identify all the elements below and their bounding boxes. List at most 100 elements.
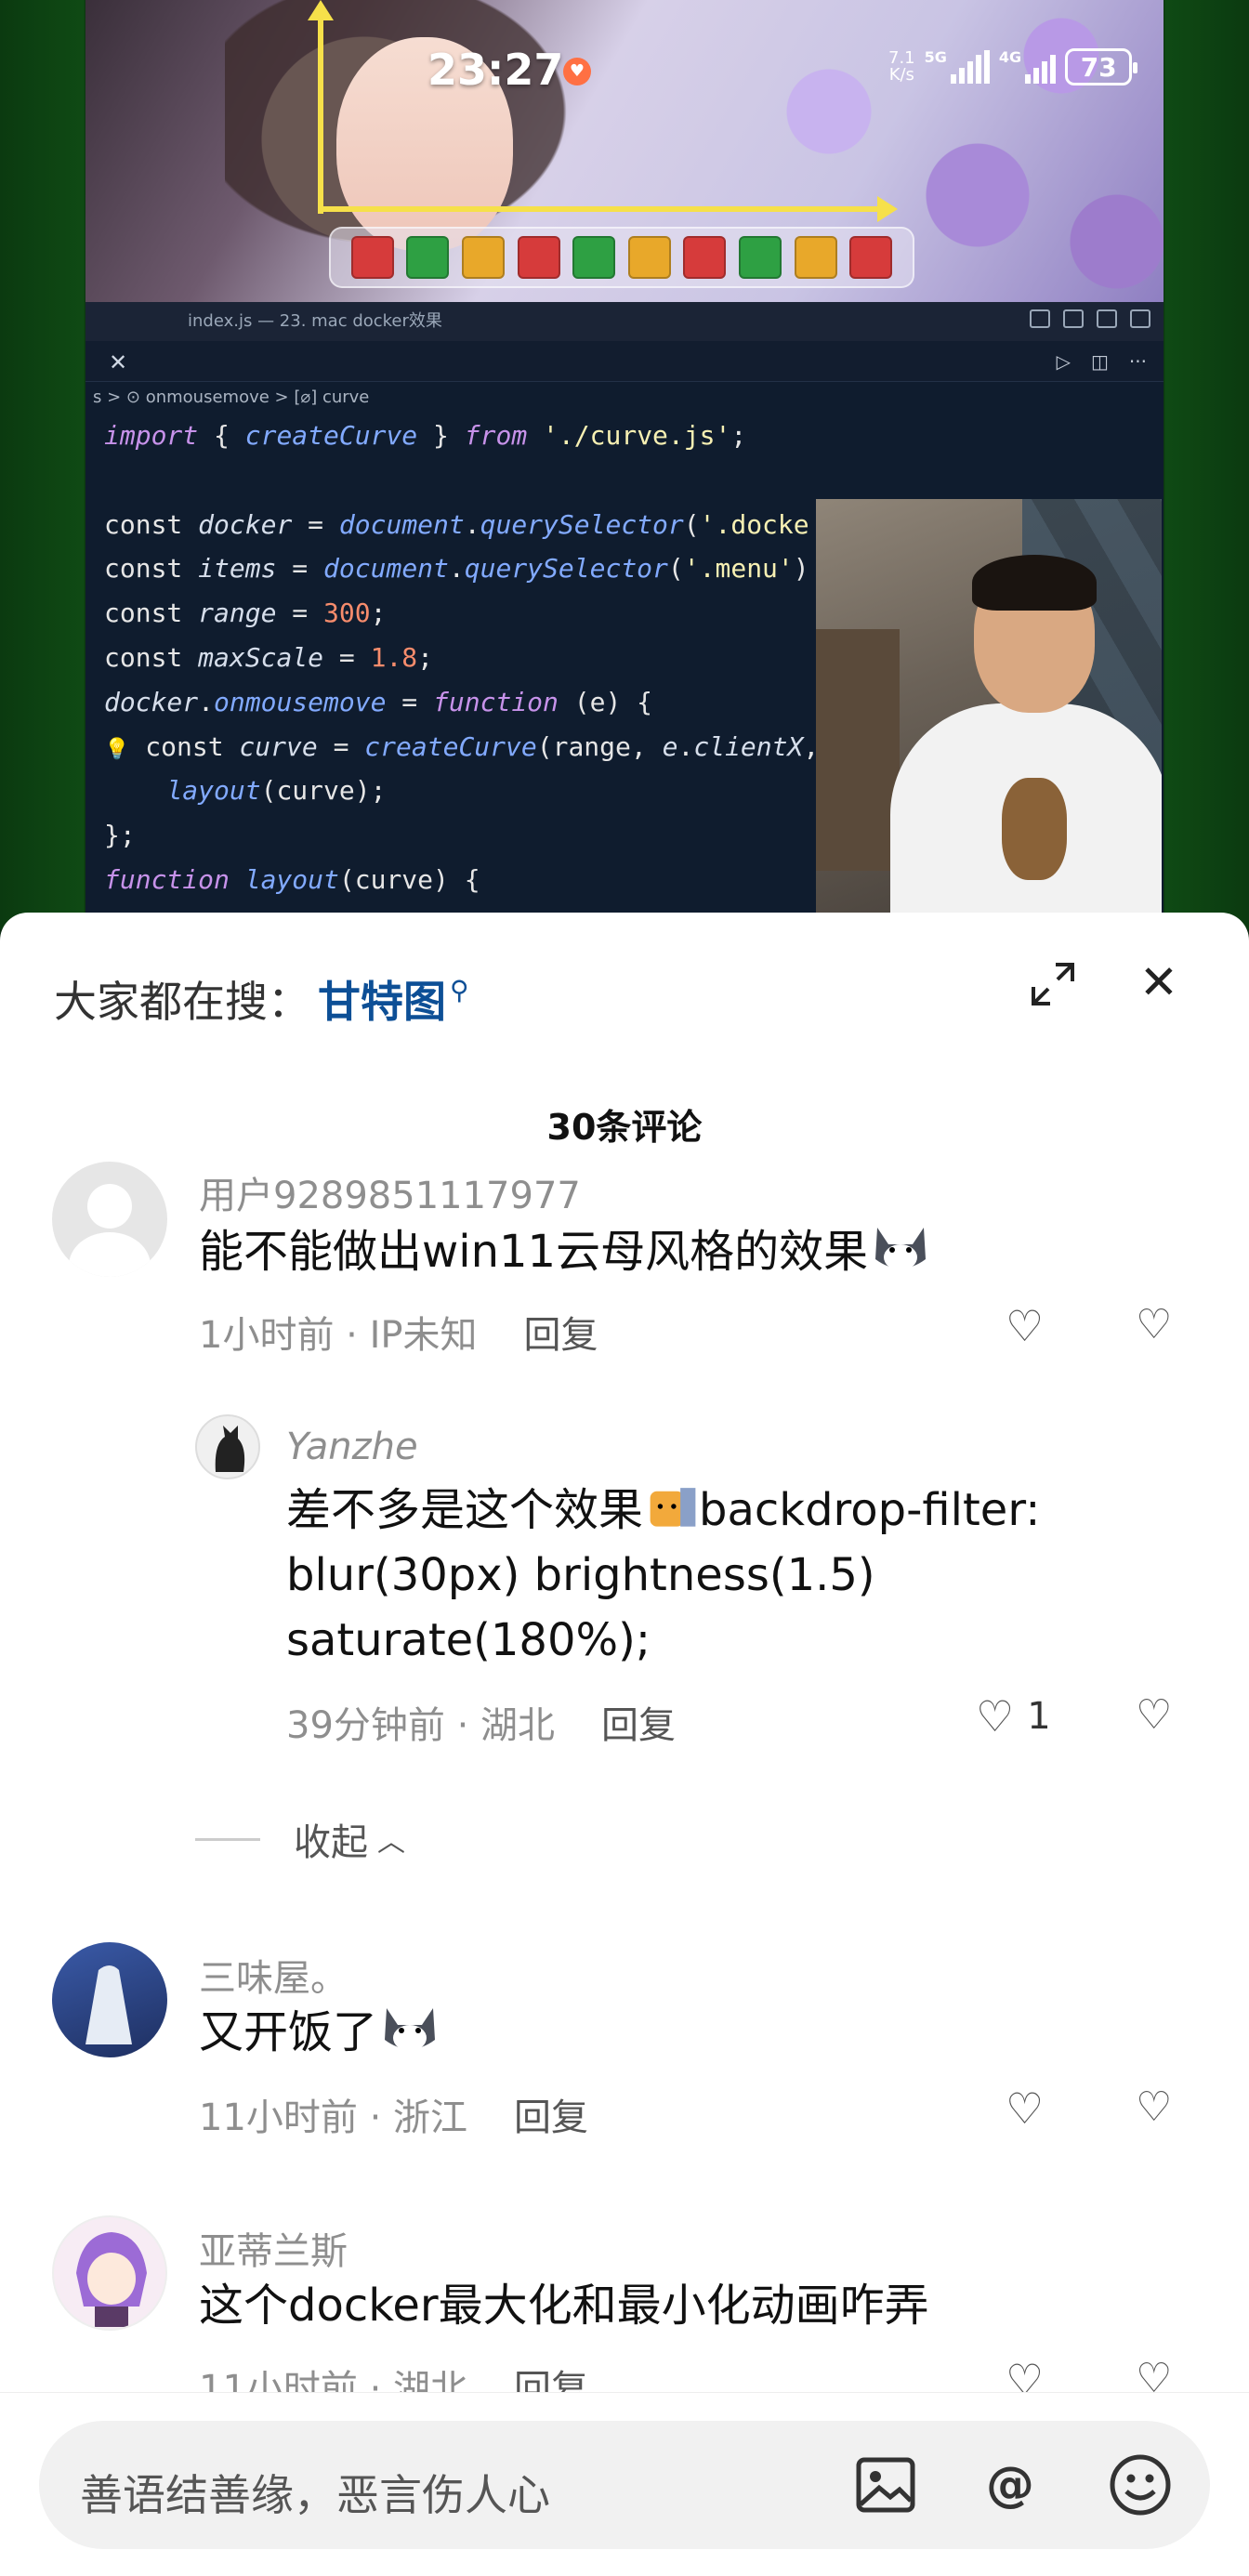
arrow-right-icon xyxy=(877,196,898,222)
reply-button[interactable]: 回复 xyxy=(514,2096,588,2139)
signal-5g-icon xyxy=(950,50,990,84)
collapse-replies-button[interactable]: 收起 ︿ xyxy=(195,1812,405,1866)
code-token: '.docke xyxy=(699,508,809,540)
avatar[interactable] xyxy=(52,1942,167,2057)
comment-text: 差不多是这个效果 backdrop-filter: blur(30px) brig… xyxy=(286,1478,1123,1673)
code-token: { xyxy=(198,420,245,451)
arrow-up-icon xyxy=(308,0,334,20)
breadcrumb: s > ⊙ onmousemove > [⌀] curve xyxy=(93,388,370,407)
dock-tile xyxy=(849,236,893,279)
battery-level: 73 xyxy=(1080,51,1117,83)
husky-emoji-icon xyxy=(875,1228,927,1270)
trending-search-label: 大家都在搜： xyxy=(54,977,310,1027)
dock-tile xyxy=(572,236,616,279)
more-icon: ··· xyxy=(1128,350,1147,373)
comment-username[interactable]: Yanzhe xyxy=(286,1426,418,1468)
code-token: range xyxy=(198,598,277,629)
trending-search-term[interactable]: 甘特图 xyxy=(318,968,446,1030)
dislike-button[interactable]: ♡ xyxy=(1136,1301,1172,1348)
reply-button[interactable]: 回复 xyxy=(524,1314,598,1357)
code-token: e xyxy=(662,730,678,762)
dock-tile xyxy=(794,236,837,279)
code-token: docker xyxy=(104,686,199,717)
battery-icon: 73 xyxy=(1065,48,1138,85)
split-editor-icon: ◫ xyxy=(1091,350,1109,373)
code-token: from xyxy=(464,420,528,451)
code-token: const xyxy=(104,598,199,629)
code-token: = xyxy=(276,598,324,629)
close-icon[interactable]: ✕ xyxy=(1136,959,1182,1005)
at-icon[interactable]: @ xyxy=(978,2452,1043,2517)
comment-username[interactable]: 三味屋。 xyxy=(199,1948,348,2002)
comment-username[interactable]: 用户9289851117977 xyxy=(199,1165,581,1219)
status-time: 23:27 xyxy=(427,45,564,95)
cat-emoji-icon xyxy=(650,1488,696,1527)
heart-icon: ♡ xyxy=(976,1691,1015,1741)
code-token: = xyxy=(386,686,434,717)
portrait-avatar-image xyxy=(85,1965,132,2044)
code-token: document xyxy=(323,553,449,585)
reply-button[interactable]: 回复 xyxy=(601,1704,676,1747)
code-token: }; xyxy=(104,820,136,851)
live-badge-icon: ♥ xyxy=(563,58,591,85)
comment-time: 11小时前 · 浙江 xyxy=(199,2096,468,2139)
smiley-icon[interactable] xyxy=(1108,2452,1173,2517)
comment-text-content: 这个docker最大化和最小化动画咋弄 xyxy=(199,2280,929,2332)
signal-5g-label: 5G xyxy=(924,48,947,66)
dislike-button[interactable]: ♡ xyxy=(1136,1691,1172,1739)
dock-tile xyxy=(461,236,505,279)
code-token: ; xyxy=(417,641,434,673)
dock-tile xyxy=(739,236,782,279)
image-icon[interactable] xyxy=(853,2452,918,2517)
like-button[interactable]: ♡ 1 xyxy=(976,1691,1051,1741)
chevron-up-icon: ︿ xyxy=(377,1826,405,1859)
comment-text-content: 又开饭了 xyxy=(199,2006,378,2058)
webcam-shelf xyxy=(816,629,900,871)
code-token: . xyxy=(677,730,694,762)
dislike-button[interactable]: ♡ xyxy=(1136,2083,1172,2131)
code-token: maxScale xyxy=(198,641,324,673)
code-token: } xyxy=(417,420,465,451)
code-token: './curve.js' xyxy=(543,420,731,451)
comment-text: 能不能做出win11云母风格的效果 xyxy=(199,1219,929,1284)
comment-text: 又开饭了 xyxy=(199,2000,439,2065)
comment-input[interactable]: 善语结善缘，恶言伤人心 @ xyxy=(39,2421,1210,2549)
code-token: (curve); xyxy=(260,775,387,807)
default-avatar-icon xyxy=(69,1184,151,1277)
comment-username[interactable]: 亚蒂兰斯 xyxy=(199,2221,348,2275)
signal-4g-icon xyxy=(1025,50,1057,84)
code-token: = xyxy=(292,508,339,540)
heart-icon: ♡ xyxy=(1006,1301,1045,1351)
layout-icons xyxy=(1030,309,1150,328)
code-token: clientX xyxy=(693,730,804,762)
avatar[interactable] xyxy=(195,1414,260,1479)
like-button[interactable]: ♡ xyxy=(1006,2083,1044,2134)
comment-text-content: 差不多是这个效果 xyxy=(286,1484,644,1536)
cat-silhouette-icon xyxy=(215,1426,245,1472)
code-token: ( xyxy=(683,508,700,540)
dock-tile xyxy=(627,236,671,279)
code-token: ; xyxy=(370,598,387,629)
dock-tile xyxy=(350,236,394,279)
dock-tile xyxy=(406,236,450,279)
comment-time: 39分钟前 · 湖北 xyxy=(286,1704,556,1747)
video-player[interactable]: index.js — 23. mac docker效果 ✕ ▷ ◫ ··· s … xyxy=(0,0,1249,929)
status-indicators: 7.1 K/s 5G 4G 73 xyxy=(888,48,1138,85)
tab-close-icon: ✕ xyxy=(108,349,128,375)
avatar[interactable] xyxy=(52,1162,167,1277)
code-token: const xyxy=(104,553,199,585)
like-button[interactable]: ♡ xyxy=(1006,1301,1044,1351)
x-axis-arrow xyxy=(318,206,881,212)
expand-icon[interactable] xyxy=(1030,961,1076,1007)
comment-input-bar: 善语结善缘，恶言伤人心 @ xyxy=(0,2392,1249,2576)
avatar[interactable] xyxy=(52,2215,167,2331)
run-icon: ▷ xyxy=(1056,350,1072,373)
code-token: '.menu' xyxy=(683,553,794,585)
broken-heart-icon: ♡ xyxy=(1136,1301,1173,1348)
trending-search[interactable]: 大家都在搜： 甘特图 ⚲ xyxy=(54,968,469,1030)
code-token: import xyxy=(104,420,199,451)
anime-avatar-image xyxy=(76,2232,147,2327)
code-token: const xyxy=(104,641,199,673)
